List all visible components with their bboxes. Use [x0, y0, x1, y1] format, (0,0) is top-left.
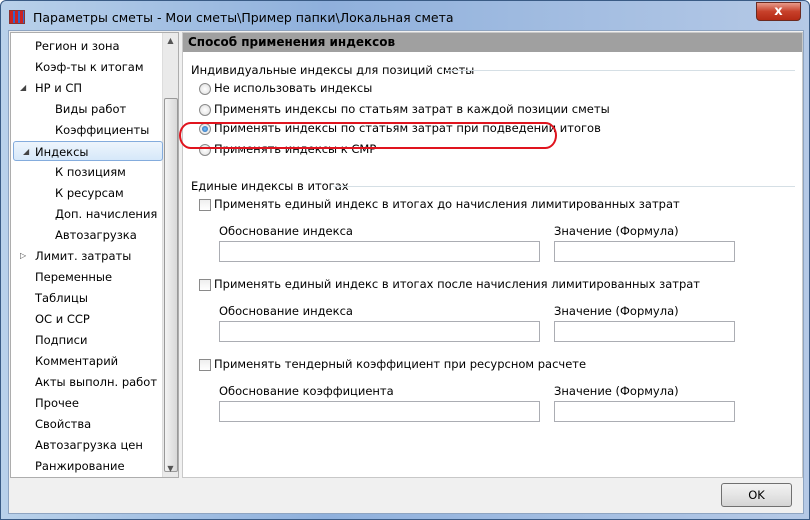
tree-item-label: Лимит. затраты — [35, 249, 132, 263]
settings-panel: Способ применения индексов Индивидуальны… — [179, 32, 803, 478]
value-input[interactable] — [554, 321, 735, 342]
tree-item-label: ОС и ССР — [35, 312, 90, 326]
radio-button[interactable] — [199, 104, 211, 116]
tree-item[interactable]: ◢ Индексы — [13, 141, 163, 161]
tree-item-label: Подписи — [35, 333, 88, 347]
scroll-down-icon[interactable]: ▼ — [163, 461, 178, 477]
unified-group-label: Единые индексы в итогах — [191, 179, 349, 193]
dialog-window: Параметры сметы - Мои сметы\Пример папки… — [0, 0, 810, 520]
basis-label: Обоснование индекса — [219, 304, 353, 318]
window-title: Параметры сметы - Мои сметы\Пример папки… — [33, 9, 454, 25]
tree-item-label: Прочее — [35, 396, 79, 410]
basis-input[interactable] — [219, 241, 540, 262]
title-bar: Параметры сметы - Мои сметы\Пример папки… — [9, 7, 454, 27]
checkbox-label[interactable]: Применять единый индекс в итогах до начи… — [214, 197, 680, 211]
radio-label[interactable]: Не использовать индексы — [214, 81, 372, 95]
tree-item-label: Виды работ — [55, 102, 127, 116]
radio-button[interactable] — [199, 83, 211, 95]
tree-item-label: Автозагрузка — [55, 228, 137, 242]
value-label: Значение (Формула) — [554, 384, 679, 398]
tree-item-label: Коэффициенты — [55, 123, 150, 137]
value-label: Значение (Формула) — [554, 304, 679, 318]
client-area: ▲ ▼ Регион и зона Коэф-ты к итогам ◢ НР и С… — [8, 30, 804, 514]
tree-item-label: Автозагрузка цен — [35, 438, 143, 452]
tree-item-label: Таблицы — [35, 291, 88, 305]
tree-item-label: Индексы — [35, 145, 89, 159]
tree-scrollbar[interactable]: ▲ ▼ — [162, 33, 178, 477]
app-icon — [9, 10, 25, 24]
red-highlight-annotation — [179, 122, 557, 149]
tree-item-label: Коэф-ты к итогам — [35, 60, 144, 74]
checkbox-label[interactable]: Применять тендерный коэффициент при ресу… — [214, 357, 586, 371]
tree-item-label: Свойства — [35, 417, 92, 431]
close-button[interactable]: x — [756, 2, 801, 21]
checkbox[interactable] — [199, 359, 211, 371]
value-label: Значение (Формула) — [554, 224, 679, 238]
collapse-arrow-icon[interactable]: ◢ — [20, 78, 26, 98]
divider — [333, 186, 795, 187]
scroll-up-icon[interactable]: ▲ — [163, 33, 178, 49]
basis-label: Обоснование коэффициента — [219, 384, 394, 398]
tree-item-label: Переменные — [35, 270, 113, 284]
tree-item-label: Акты выполн. работ — [35, 375, 158, 389]
radio-label[interactable]: Применять индексы по статьям затрат в ка… — [214, 102, 610, 116]
checkbox-label[interactable]: Применять единый индекс в итогах после н… — [214, 277, 700, 291]
settings-tree: ▲ ▼ Регион и зона Коэф-ты к итогам ◢ НР и С… — [10, 32, 179, 478]
tree-item-label: К позициям — [55, 165, 126, 179]
expand-arrow-icon[interactable]: ▷ — [20, 246, 26, 266]
checkbox[interactable] — [199, 279, 211, 291]
checkbox[interactable] — [199, 199, 211, 211]
basis-label: Обоснование индекса — [219, 224, 353, 238]
scroll-thumb[interactable] — [164, 98, 178, 472]
collapse-arrow-icon[interactable]: ◢ — [23, 142, 29, 162]
individual-group-label: Индивидуальные индексы для позиций сметы — [191, 63, 475, 77]
tree-item-label: Доп. начисления — [55, 207, 158, 221]
tree-item-label: К ресурсам — [55, 186, 124, 200]
tree-item-label: Ранжирование — [35, 459, 125, 473]
tree-item-label: Комментарий — [35, 354, 119, 368]
value-input[interactable] — [554, 401, 735, 422]
basis-input[interactable] — [219, 401, 540, 422]
value-input[interactable] — [554, 241, 735, 262]
basis-input[interactable] — [219, 321, 540, 342]
ok-button[interactable]: OK — [721, 483, 792, 507]
tree-item-label: Регион и зона — [35, 39, 120, 53]
panel-header: Способ применения индексов — [183, 33, 802, 52]
tree-item-label: НР и СП — [35, 81, 83, 95]
divider — [445, 70, 795, 71]
